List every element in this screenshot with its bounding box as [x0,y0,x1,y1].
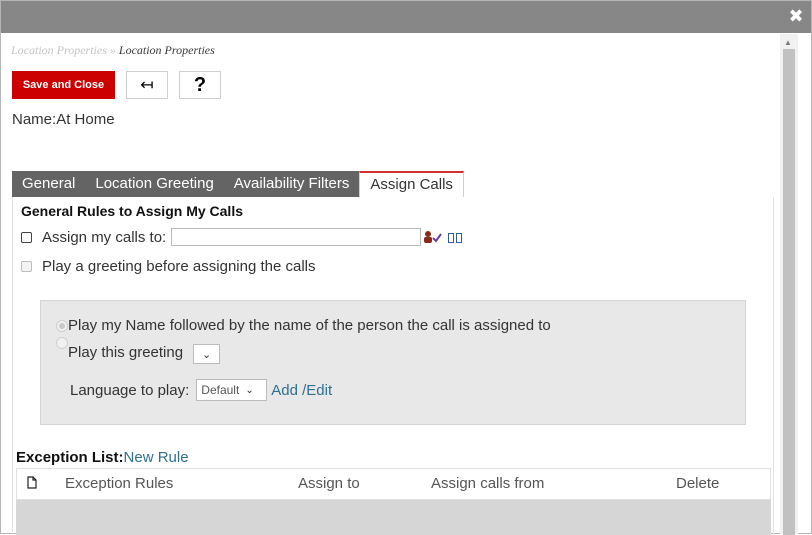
help-icon: ? [193,73,207,96]
column-exception-rules[interactable]: Exception Rules [65,475,173,492]
play-greeting-row: Play a greeting before assigning the cal… [21,258,316,275]
play-name-radio[interactable] [56,319,68,332]
play-name-option[interactable]: Play my Name followed by the name of the… [56,317,551,334]
exceptions-table-header: Exception Rules Assign to Assign calls f… [16,468,771,500]
assign-calls-label: Assign my calls to: [42,228,167,246]
section-title: General Rules to Assign My Calls [21,203,243,219]
exception-list-label: Exception List: [16,449,124,466]
language-row: Language to play: Default ⌄ Add /Edit [70,379,332,401]
location-properties-dialog: ✖ Location Properties » Location Propert… [0,0,812,535]
back-arrow-icon: ↤ [140,77,154,94]
assign-calls-row: Assign my calls to: [21,228,463,246]
exception-list-header: Exception List: New Rule [16,449,189,466]
scroll-up-arrow-icon[interactable]: ▲ [784,38,792,47]
breadcrumb-separator: » [106,43,119,57]
play-this-greeting-option[interactable]: Play this greeting ⌄ [56,337,221,364]
play-greeting-checkbox[interactable] [21,261,32,272]
chevron-down-icon: ⌄ [201,348,212,361]
person-select-icon[interactable] [423,230,443,244]
help-button[interactable]: ? [179,71,221,99]
tab-general[interactable]: General [12,171,86,197]
breadcrumb: Location Properties » Location Propertie… [11,43,215,58]
breadcrumb-parent[interactable]: Location Properties [11,43,107,57]
tab-assign-calls[interactable]: Assign Calls [359,171,464,197]
play-this-greeting-radio[interactable] [56,337,68,349]
play-this-greeting-label: Play this greeting [68,344,184,361]
play-greeting-label: Play a greeting before assigning the cal… [42,258,316,275]
save-and-close-button[interactable]: Save and Close [12,71,115,99]
document-icon [27,476,37,493]
greeting-select[interactable]: ⌄ [193,344,221,364]
close-icon[interactable]: ✖ [787,7,805,25]
tab-bar: General Location Greeting Availability F… [12,171,464,197]
new-rule-link[interactable]: New Rule [124,449,189,466]
chevron-down-icon: ⌄ [245,384,254,396]
location-name: Name:At Home [12,111,115,128]
assign-calls-input[interactable] [171,228,422,246]
column-assign-to[interactable]: Assign to [298,475,360,492]
exceptions-table-body [16,500,771,535]
language-label: Language to play: [70,381,190,399]
name-label: Name: [12,111,57,128]
play-name-label: Play my Name followed by the name of the… [68,317,551,334]
column-assign-calls-from[interactable]: Assign calls from [431,475,544,492]
assign-calls-checkbox[interactable] [21,231,32,243]
back-button[interactable]: ↤ [126,71,168,99]
language-value: Default [201,383,240,397]
language-select[interactable]: Default ⌄ [196,379,268,401]
tab-location-greeting[interactable]: Location Greeting [85,171,224,197]
dialog-titlebar: ✖ [1,1,811,33]
name-value: At Home [56,111,115,128]
column-delete[interactable]: Delete [676,475,719,492]
add-edit-link[interactable]: Add /Edit [271,382,332,399]
scrollbar-thumb[interactable] [783,49,795,535]
tab-availability-filters[interactable]: Availability Filters [223,171,360,197]
directory-book-icon[interactable] [447,231,463,243]
breadcrumb-current: Location Properties [118,43,215,57]
